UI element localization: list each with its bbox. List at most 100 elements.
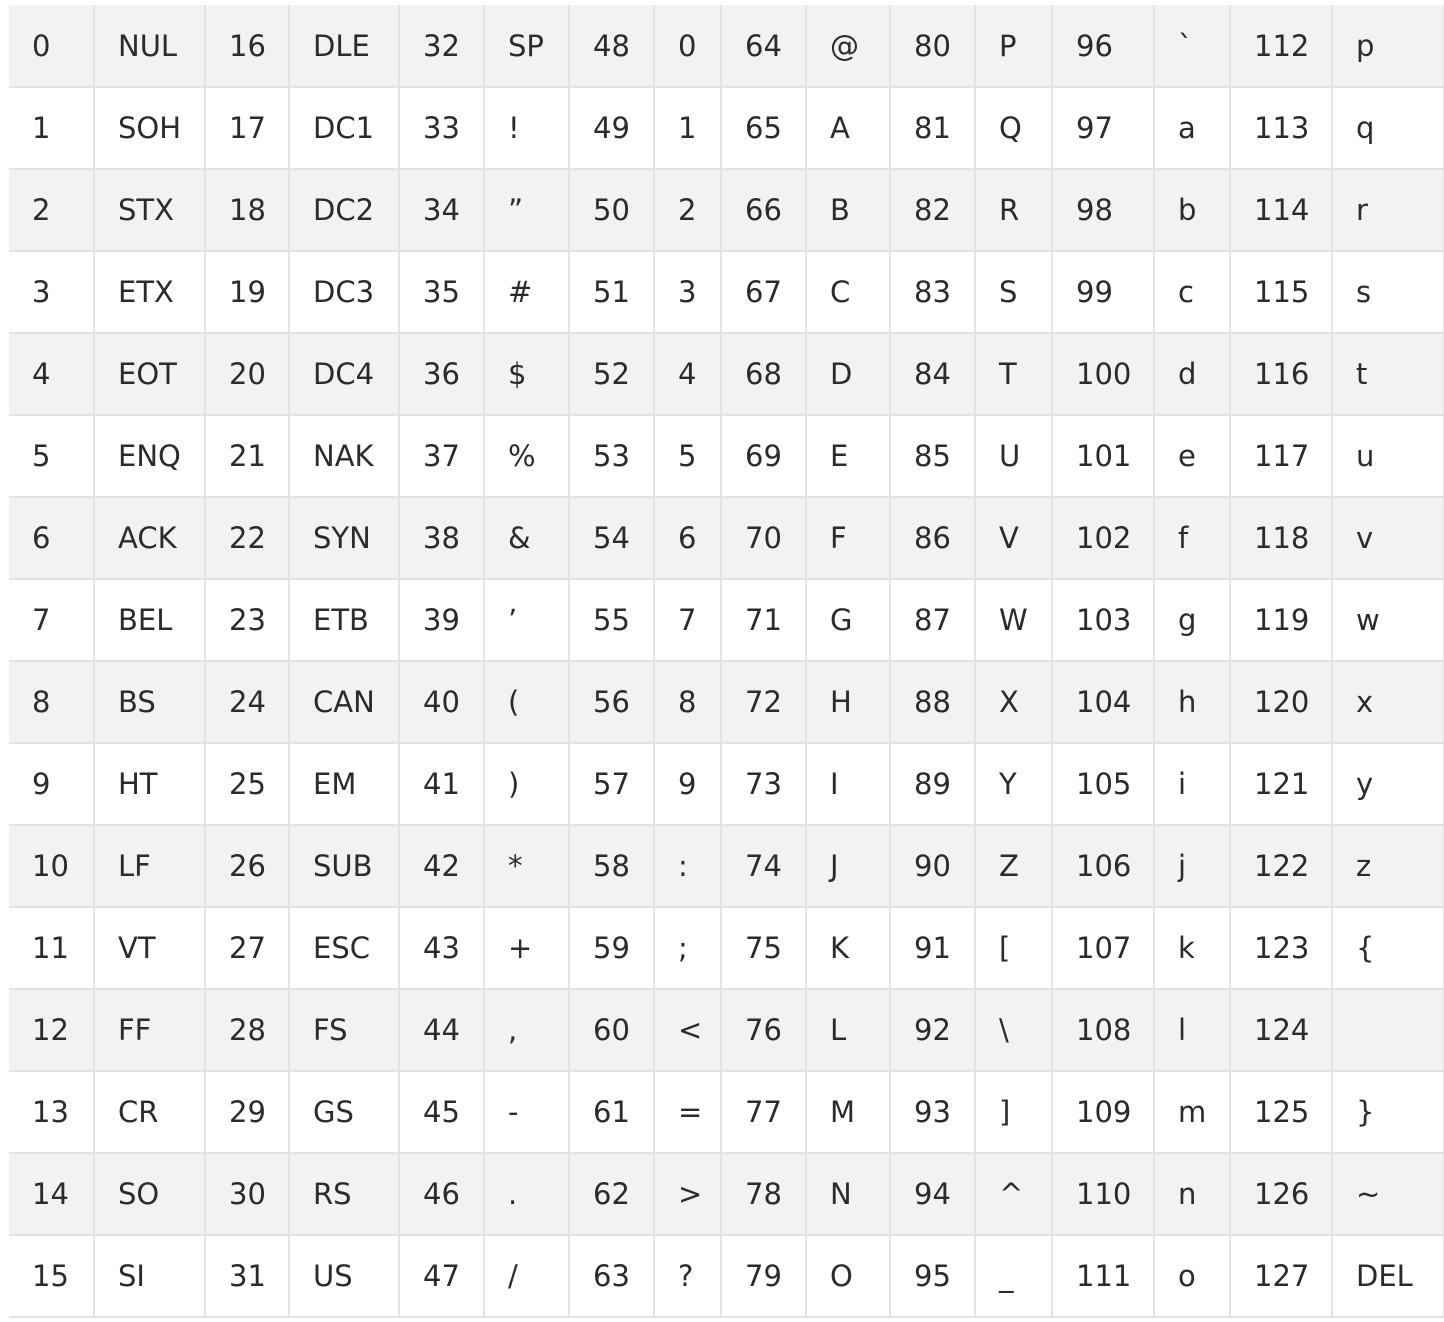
code-cell: 73	[720, 742, 807, 826]
char-cell: n	[1153, 1152, 1231, 1236]
code-cell: 22	[204, 496, 290, 580]
char-cell: RS	[288, 1152, 400, 1236]
code-cell: 87	[889, 578, 976, 662]
code-cell: 104	[1051, 660, 1155, 744]
code-cell: 19	[204, 250, 290, 334]
char-cell	[1331, 988, 1444, 1072]
code-cell: 127	[1229, 1234, 1333, 1318]
code-cell: 5	[9, 414, 95, 498]
char-cell: r	[1331, 168, 1444, 252]
table-row: 14 SO 30 RS 46. 62 >78 N 94 ^ 110 n 126 ~	[9, 1152, 1444, 1236]
code-cell: 51	[568, 250, 655, 334]
code-cell: 21	[204, 414, 290, 498]
char-cell: CR	[93, 1070, 206, 1154]
code-cell: 17	[204, 86, 290, 170]
char-cell: GS	[288, 1070, 400, 1154]
table-row: 5 ENQ 21 NAK 37% 53 5 69 E 85 U 101 e 117 u	[9, 414, 1444, 498]
char-cell: t	[1331, 332, 1444, 416]
code-cell: 20	[204, 332, 290, 416]
code-cell: 115	[1229, 250, 1333, 334]
char-cell: \	[974, 988, 1053, 1072]
char-cell: R	[974, 168, 1053, 252]
code-cell: 26	[204, 824, 290, 908]
table-row: 13 CR 29 GS 45-61 = 77 M 93] 109 m 125}	[9, 1070, 1444, 1154]
char-cell: DC2	[288, 168, 400, 252]
code-cell: 30	[204, 1152, 290, 1236]
code-cell: 76	[720, 988, 807, 1072]
char-cell: z	[1331, 824, 1444, 908]
table-row: 1 SOH 17 DC1 33! 49 1 65 A 81 Q 97 a 113 q	[9, 86, 1444, 170]
char-cell: SP	[483, 5, 570, 88]
code-cell: 57	[568, 742, 655, 826]
char-cell: v	[1331, 496, 1444, 580]
code-cell: 50	[568, 168, 655, 252]
table-row: 6 ACK 22 SYN 38 & 54 6 70 F 86 V 102 f 118 v	[9, 496, 1444, 580]
code-cell: 44	[398, 988, 485, 1072]
char-cell: EOT	[93, 332, 206, 416]
code-cell: 123	[1229, 906, 1333, 990]
char-cell: K	[805, 906, 891, 990]
code-cell: 35	[398, 250, 485, 334]
code-cell: 106	[1051, 824, 1155, 908]
char-cell: ?	[653, 1234, 722, 1318]
code-cell: 67	[720, 250, 807, 334]
code-cell: 114	[1229, 168, 1333, 252]
code-cell: 8	[9, 660, 95, 744]
char-cell: SOH	[93, 86, 206, 170]
char-cell: :	[653, 824, 722, 908]
char-cell: _	[974, 1234, 1053, 1318]
char-cell: >	[653, 1152, 722, 1236]
code-cell: 92	[889, 988, 976, 1072]
char-cell: H	[805, 660, 891, 744]
code-cell: 75	[720, 906, 807, 990]
char-cell: p	[1331, 5, 1444, 88]
code-cell: 112	[1229, 5, 1333, 88]
char-cell: NAK	[288, 414, 400, 498]
code-cell: 120	[1229, 660, 1333, 744]
char-cell: SYN	[288, 496, 400, 580]
code-cell: 1	[9, 86, 95, 170]
char-cell: U	[974, 414, 1053, 498]
char-cell: FS	[288, 988, 400, 1072]
code-cell: 53	[568, 414, 655, 498]
char-cell: T	[974, 332, 1053, 416]
code-cell: 42	[398, 824, 485, 908]
char-cell: L	[805, 988, 891, 1072]
code-cell: 2	[9, 168, 95, 252]
code-cell: 116	[1229, 332, 1333, 416]
char-cell: ]	[974, 1070, 1053, 1154]
char-cell: i	[1153, 742, 1231, 826]
code-cell: 93	[889, 1070, 976, 1154]
char-cell: D	[805, 332, 891, 416]
code-cell: 88	[889, 660, 976, 744]
char-cell: )	[483, 742, 570, 826]
code-cell: 56	[568, 660, 655, 744]
code-cell: 74	[720, 824, 807, 908]
code-cell: 14	[9, 1152, 95, 1236]
code-cell: 102	[1051, 496, 1155, 580]
char-cell: G	[805, 578, 891, 662]
char-cell: HT	[93, 742, 206, 826]
char-cell: EM	[288, 742, 400, 826]
char-cell: o	[1153, 1234, 1231, 1318]
char-cell: .	[483, 1152, 570, 1236]
code-cell: 32	[398, 5, 485, 88]
char-cell: ^	[974, 1152, 1053, 1236]
table-row: 7 BEL 23 ETB 39’ 55 7 71 G 87 W 103 g 119 w	[9, 578, 1444, 662]
char-cell: 8	[653, 660, 722, 744]
code-cell: 39	[398, 578, 485, 662]
table-row: 3 ETX 19 DC3 35 #51 3 67 C 83 S 99 c 115 s	[9, 250, 1444, 334]
table-row: 0 NUL 16 DLE 32 SP 48 0 64 @80 P 96 ` 112 p	[9, 5, 1444, 88]
code-cell: 80	[889, 5, 976, 88]
code-cell: 90	[889, 824, 976, 908]
code-cell: 111	[1051, 1234, 1155, 1318]
char-cell: q	[1331, 86, 1444, 170]
char-cell: @	[805, 5, 891, 88]
char-cell: #	[483, 250, 570, 334]
char-cell: SUB	[288, 824, 400, 908]
code-cell: 18	[204, 168, 290, 252]
char-cell: *	[483, 824, 570, 908]
char-cell: V	[974, 496, 1053, 580]
char-cell: <	[653, 988, 722, 1072]
char-cell: BEL	[93, 578, 206, 662]
